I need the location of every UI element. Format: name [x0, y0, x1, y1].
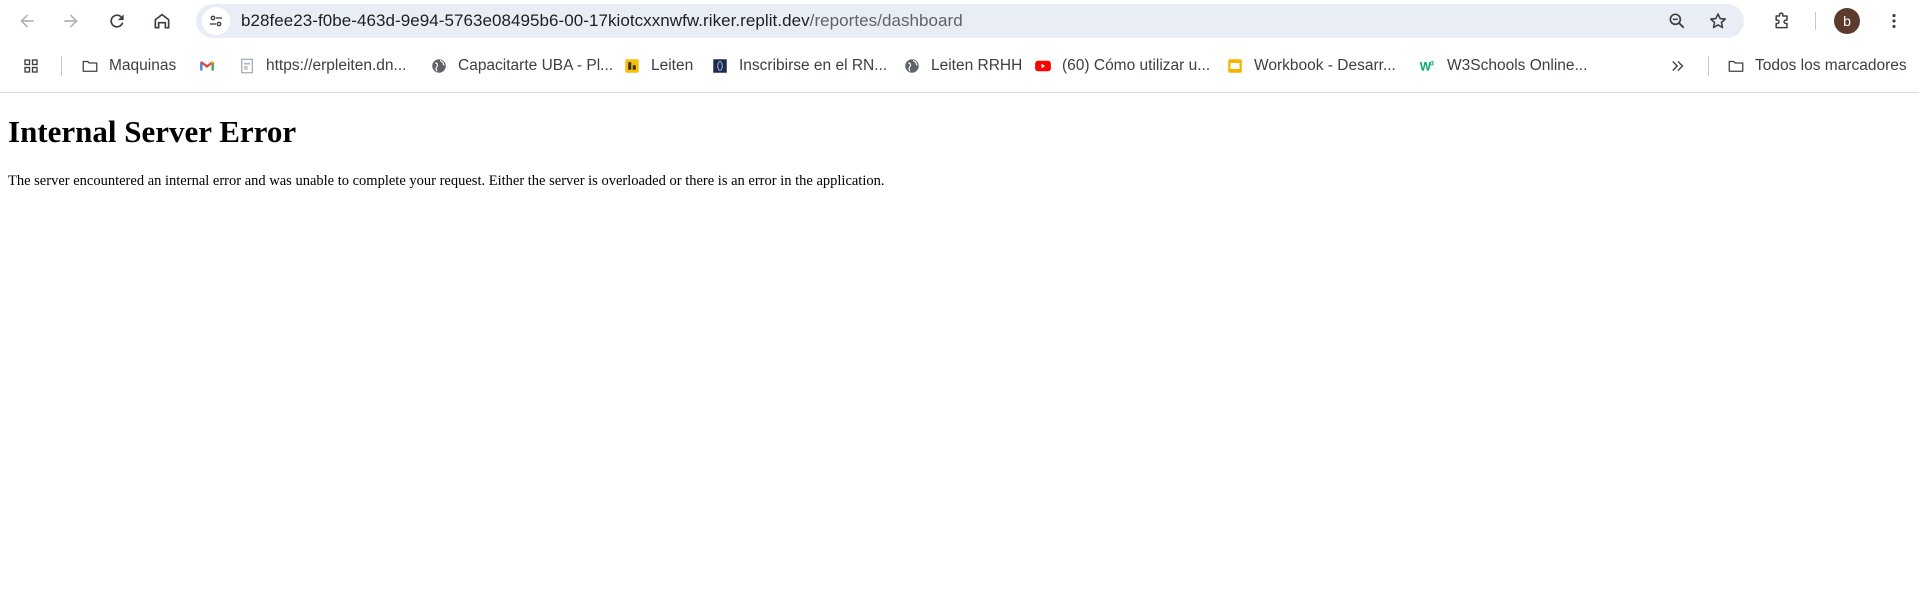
- url-path: /reportes/dashboard: [809, 11, 963, 30]
- home-icon: [154, 13, 170, 29]
- browser-toolbar: b28fee23-f0be-463d-9e94-5763e08495b6-00-…: [0, 0, 1919, 42]
- all-bookmarks-label: Todos los marcadores: [1755, 57, 1907, 74]
- error-title: Internal Server Error: [8, 114, 297, 149]
- folder-icon: [1727, 57, 1745, 75]
- chevron-double-right-icon: [1669, 57, 1687, 75]
- bookmark-label: (60) Cómo utilizar u...: [1062, 57, 1211, 74]
- extensions-button[interactable]: [1766, 5, 1798, 37]
- url-text[interactable]: b28fee23-f0be-463d-9e94-5763e08495b6-00-…: [241, 4, 963, 38]
- kebab-menu-icon: [1892, 14, 1896, 28]
- bookmark-label: Maquinas: [109, 57, 177, 74]
- reload-button[interactable]: [101, 5, 133, 37]
- bookmark-label: Inscribirse en el RN...: [739, 57, 888, 74]
- arrow-left-icon: [20, 14, 34, 28]
- back-button[interactable]: [11, 5, 43, 37]
- error-message: The server encountered an internal error…: [8, 173, 885, 189]
- star-icon: [1709, 13, 1727, 29]
- youtube-icon: [1034, 57, 1052, 75]
- arrow-right-icon: [64, 14, 78, 28]
- rn-icon: [711, 57, 729, 75]
- bookmarks-divider: [1708, 56, 1709, 76]
- bookmark-capacitarte[interactable]: Capacitarte UBA - Pl...: [430, 53, 613, 79]
- apps-button[interactable]: [22, 53, 50, 79]
- all-bookmarks-button[interactable]: Todos los marcadores: [1727, 53, 1907, 79]
- gmail-icon: [198, 57, 216, 75]
- bookmark-gmail[interactable]: [198, 53, 226, 79]
- bookmark-label: Leiten RRHH: [931, 57, 1023, 74]
- leiten-icon: [623, 57, 641, 75]
- bookmark-star-button[interactable]: [1702, 5, 1734, 37]
- apps-grid-icon: [22, 57, 40, 75]
- bookmark-leiten-rrhh[interactable]: Leiten RRHH: [903, 53, 1022, 79]
- bookmark-label: Leiten: [651, 57, 694, 74]
- bookmark-inscribirse[interactable]: Inscribirse en el RN...: [711, 53, 887, 79]
- puzzle-icon: [1775, 12, 1788, 29]
- toolbar-divider: [1815, 12, 1816, 30]
- svg-text:3: 3: [1430, 60, 1434, 67]
- doc-icon: [238, 57, 256, 75]
- bookmark-label: Capacitarte UBA - Pl...: [458, 57, 614, 74]
- bookmark-erpleiten[interactable]: https://erpleiten.dn...: [238, 53, 406, 79]
- bookmark-label: Workbook - Desarr...: [1254, 57, 1396, 74]
- globe-icon: [903, 57, 921, 75]
- bookmark-w3schools[interactable]: W3 W3Schools Online...: [1419, 53, 1588, 79]
- bookmark-youtube[interactable]: (60) Cómo utilizar u...: [1034, 53, 1210, 79]
- w3schools-icon: W3: [1419, 57, 1437, 75]
- bookmark-label: W3Schools Online...: [1447, 57, 1588, 74]
- zoom-out-icon: [1669, 13, 1685, 29]
- tune-icon: [210, 15, 222, 27]
- bookmark-workbook[interactable]: Workbook - Desarr...: [1226, 53, 1396, 79]
- bookmark-label: https://erpleiten.dn...: [266, 57, 407, 74]
- bookmark-maquinas[interactable]: Maquinas: [81, 53, 176, 79]
- site-info-button[interactable]: [202, 7, 230, 35]
- bookmarks-bar: Maquinas https://erpleiten.dn... Capacit…: [0, 42, 1919, 93]
- zoom-button[interactable]: [1661, 5, 1693, 37]
- home-button[interactable]: [146, 5, 178, 37]
- globe-icon: [430, 57, 448, 75]
- bookmarks-divider: [61, 56, 62, 76]
- bookmarks-overflow-button[interactable]: [1669, 53, 1697, 79]
- address-bar[interactable]: b28fee23-f0be-463d-9e94-5763e08495b6-00-…: [196, 4, 1744, 38]
- reload-icon: [110, 14, 124, 28]
- profile-avatar[interactable]: b: [1834, 8, 1860, 34]
- forward-button[interactable]: [55, 5, 87, 37]
- slides-icon: [1226, 57, 1244, 75]
- url-host: b28fee23-f0be-463d-9e94-5763e08495b6-00-…: [241, 11, 810, 30]
- folder-icon: [81, 57, 99, 75]
- bookmark-leiten[interactable]: Leiten: [623, 53, 693, 79]
- menu-button[interactable]: [1878, 5, 1910, 37]
